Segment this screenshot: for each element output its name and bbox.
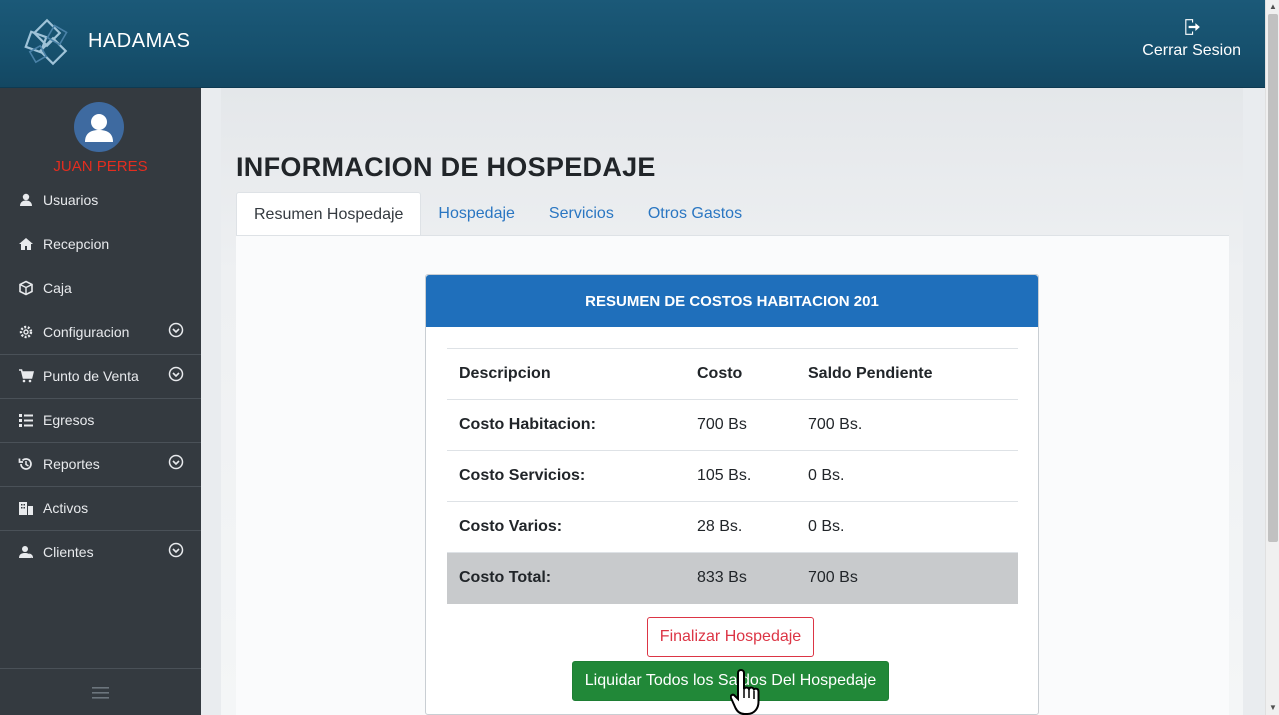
brand-name: HADAMAS <box>88 30 191 52</box>
row-cost: 28 Bs. <box>685 501 796 553</box>
scroll-down-arrow-icon[interactable]: ▼ <box>1266 701 1279 715</box>
sidebar-item-activos[interactable]: Activos <box>0 486 201 530</box>
card-header: RESUMEN DE COSTOS HABITACION 201 <box>426 275 1038 327</box>
row-balance: 700 Bs. <box>796 399 1018 451</box>
sidebar-item-label: Recepcion <box>43 236 110 252</box>
table-row: Costo Habitacion: 700 Bs 700 Bs. <box>447 399 1018 451</box>
sidebar-item-label: Reportes <box>43 456 100 472</box>
row-label: Costo Habitacion: <box>447 399 685 451</box>
row-balance: 0 Bs. <box>796 501 1018 553</box>
row-cost: 105 Bs. <box>685 450 796 502</box>
chevron-down-icon[interactable] <box>168 322 184 338</box>
hamburger-menu-icon[interactable] <box>92 687 109 699</box>
sidebar-menu: Usuarios Recepcion Caja Configuracion Pu… <box>0 178 201 574</box>
column-header-descripcion: Descripcion <box>447 348 685 400</box>
sign-out-icon <box>1184 19 1200 35</box>
history-icon <box>18 458 32 470</box>
cube-icon <box>19 280 33 296</box>
table-row: Costo Varios: 28 Bs. 0 Bs. <box>447 501 1018 553</box>
chevron-down-icon[interactable] <box>168 366 184 382</box>
total-label: Costo Total: <box>447 552 685 604</box>
tab-hospedaje[interactable]: Hospedaje <box>421 192 532 235</box>
hadamas-logo-icon <box>24 18 68 66</box>
tab-bar: Resumen Hospedaje Hospedaje Servicios Ot… <box>236 192 759 236</box>
sidebar-item-configuracion[interactable]: Configuracion <box>0 310 201 354</box>
sidebar-item-caja[interactable]: Caja <box>0 266 201 310</box>
user-avatar-icon <box>85 114 113 142</box>
column-header-saldo-pendiente: Saldo Pendiente <box>796 348 1018 400</box>
total-balance: 700 Bs <box>796 552 1018 604</box>
user-name: JUAN PERES <box>53 158 148 175</box>
tab-resumen-hospedaje[interactable]: Resumen Hospedaje <box>236 192 422 236</box>
tab-otros-gastos[interactable]: Otros Gastos <box>631 192 759 235</box>
sidebar-footer <box>0 668 201 715</box>
table-header-row: Descripcion Costo Saldo Pendiente <box>447 348 1018 400</box>
total-row: Costo Total: 833 Bs 700 Bs <box>447 552 1018 604</box>
building-icon <box>19 502 33 515</box>
scroll-up-arrow-icon[interactable]: ▲ <box>1266 0 1279 14</box>
chevron-down-icon[interactable] <box>168 542 184 558</box>
logout-label: Cerrar Sesion <box>1142 42 1241 59</box>
top-header: HADAMAS Cerrar Sesion <box>0 0 1265 88</box>
sidebar-item-label: Configuracion <box>43 324 130 340</box>
row-cost: 700 Bs <box>685 399 796 451</box>
cost-table: Descripcion Costo Saldo Pendiente Costo … <box>447 348 1018 604</box>
scrollbar-thumb[interactable] <box>1268 14 1278 542</box>
sidebar-item-label: Activos <box>43 500 89 516</box>
finish-stay-button[interactable]: Finalizar Hospedaje <box>647 617 814 657</box>
table-row: Costo Servicios: 105 Bs. 0 Bs. <box>447 450 1018 502</box>
user-icon <box>20 193 32 206</box>
sidebar-item-recepcion[interactable]: Recepcion <box>0 222 201 266</box>
page-title: INFORMACION DE HOSPEDAJE <box>236 152 656 182</box>
sidebar: JUAN PERES Usuarios Recepcion Caja Confi… <box>0 88 201 715</box>
total-cost: 833 Bs <box>685 552 796 604</box>
sidebar-item-label: Usuarios <box>43 192 99 208</box>
chevron-down-icon[interactable] <box>168 454 184 470</box>
sidebar-item-label: Punto de Venta <box>43 368 139 384</box>
sidebar-item-reportes[interactable]: Reportes <box>0 442 201 486</box>
home-icon <box>19 238 33 250</box>
sidebar-item-label: Clientes <box>43 544 94 560</box>
sidebar-item-punto-de-venta[interactable]: Punto de Venta <box>0 354 201 398</box>
users-icon <box>19 546 33 558</box>
list-icon <box>19 414 33 427</box>
sidebar-item-label: Egresos <box>43 412 95 428</box>
settle-all-balances-button[interactable]: Liquidar Todos los Saldos Del Hospedaje <box>572 661 889 701</box>
sidebar-item-usuarios[interactable]: Usuarios <box>0 178 201 222</box>
column-header-costo: Costo <box>685 348 796 400</box>
row-balance: 0 Bs. <box>796 450 1018 502</box>
cart-icon <box>19 369 34 383</box>
gear-icon <box>19 325 33 339</box>
sidebar-item-label: Caja <box>43 280 72 296</box>
sidebar-item-egresos[interactable]: Egresos <box>0 398 201 442</box>
sidebar-item-clientes[interactable]: Clientes <box>0 530 201 574</box>
cost-summary-card: RESUMEN DE COSTOS HABITACION 201 Descrip… <box>425 274 1039 715</box>
tab-servicios[interactable]: Servicios <box>532 192 631 235</box>
avatar[interactable] <box>74 102 124 152</box>
row-label: Costo Servicios: <box>447 450 685 502</box>
vertical-scrollbar[interactable]: ▲ ▼ <box>1265 0 1279 715</box>
logout-button[interactable]: Cerrar Sesion <box>1142 18 1241 60</box>
row-label: Costo Varios: <box>447 501 685 553</box>
